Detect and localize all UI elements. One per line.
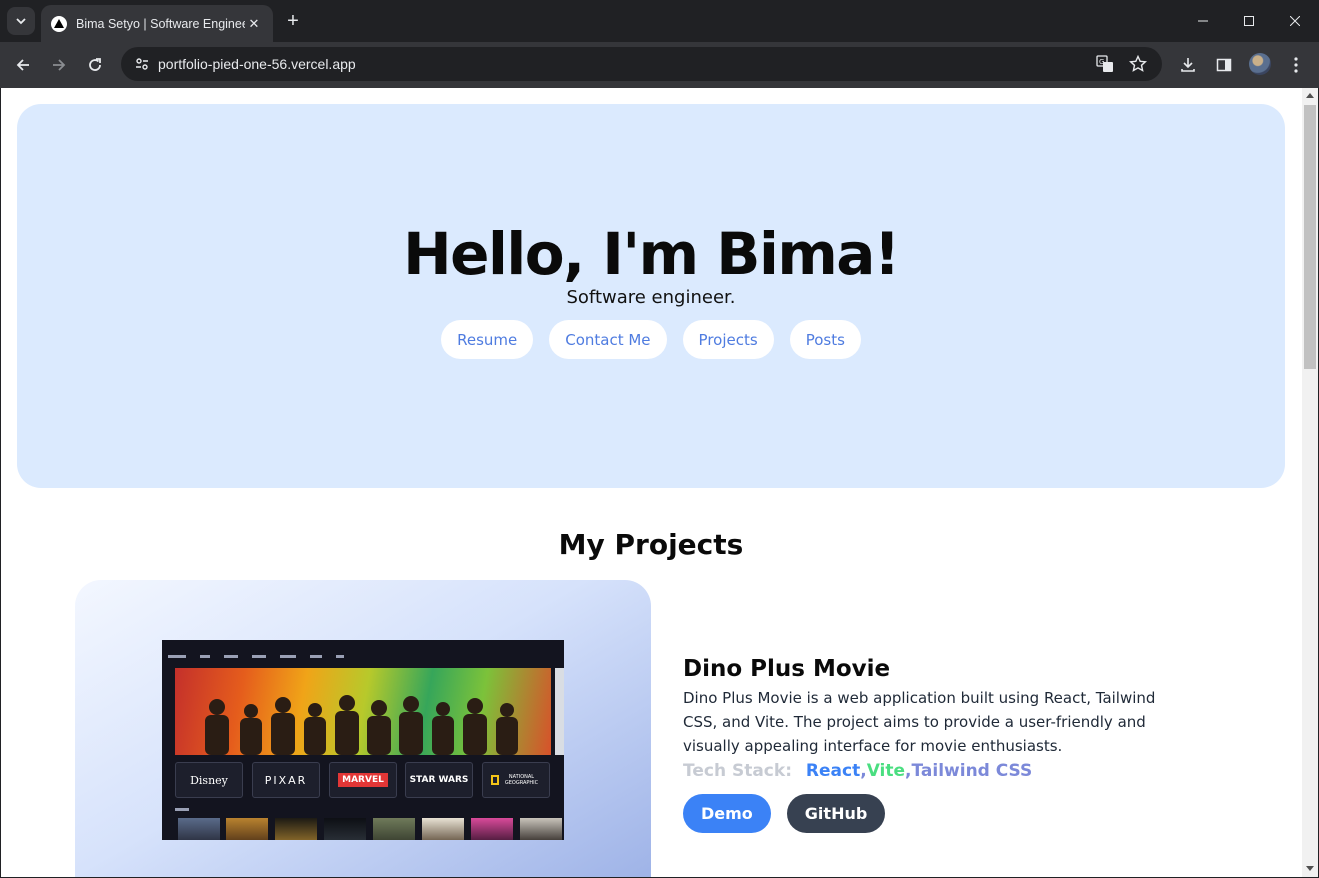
project-actions: Demo GitHub	[683, 794, 886, 833]
project-description: Dino Plus Movie is a web application bui…	[683, 689, 1156, 755]
screenshot-next-banner	[555, 668, 564, 755]
movie-thumbnail	[324, 818, 366, 840]
project-title: Dino Plus Movie	[683, 656, 891, 682]
resume-link[interactable]: Resume	[441, 320, 534, 359]
page-scrollbar[interactable]	[1302, 88, 1318, 877]
close-tab-icon[interactable]: ✕	[245, 15, 263, 33]
browser-toolbar: portfolio-pied-one-56.vercel.app G	[0, 42, 1319, 88]
forward-button[interactable]	[45, 51, 73, 79]
reload-icon	[89, 58, 101, 71]
tech-vite: Vite	[866, 761, 906, 781]
hero-title: Hello, I'm Bima!	[403, 220, 900, 288]
tech-stack: Tech Stack: React,Vite,Tailwind CSS	[683, 761, 1033, 781]
maximize-button[interactable]	[1226, 6, 1272, 36]
menu-button[interactable]	[1282, 51, 1310, 79]
movie-thumbnail	[471, 818, 513, 840]
posts-link[interactable]: Posts	[789, 320, 861, 359]
tab-strip: Bima Setyo | Software Engineer ✕ +	[0, 0, 1319, 42]
scroll-up-arrow-icon[interactable]	[1306, 93, 1314, 98]
brand-tile: Disney	[175, 762, 243, 798]
contact-me-link[interactable]: Contact Me	[549, 320, 667, 359]
tab-title: Bima Setyo | Software Engineer	[76, 16, 245, 31]
translate-icon[interactable]: G	[1093, 52, 1117, 76]
scrollbar-thumb[interactable]	[1304, 105, 1316, 369]
back-button[interactable]	[9, 51, 37, 79]
movie-thumbnail	[373, 818, 415, 840]
brand-tile: NATIONAL GEOGRAPHIC	[482, 762, 550, 798]
brand-tile: MARVEL	[329, 762, 397, 798]
address-bar[interactable]: portfolio-pied-one-56.vercel.app G	[121, 47, 1162, 81]
vercel-favicon-icon	[51, 15, 67, 32]
downloads-button[interactable]	[1174, 51, 1202, 79]
movie-thumbnail	[275, 818, 317, 840]
profile-avatar[interactable]	[1249, 53, 1271, 75]
project-screenshot: Disney PIXAR MARVEL STAR WARS NATIONAL G…	[162, 640, 564, 840]
screenshot-hero-banner	[175, 668, 551, 755]
tab-search-button[interactable]	[7, 7, 35, 35]
kebab-menu-icon	[1294, 57, 1298, 73]
github-button[interactable]: GitHub	[786, 794, 886, 833]
page-viewport: Hello, I'm Bima! Software engineer. Resu…	[1, 88, 1318, 877]
screenshot-navbar	[168, 648, 558, 659]
chevron-down-icon	[16, 18, 26, 25]
hero-section: Hello, I'm Bima! Software engineer. Resu…	[17, 104, 1285, 488]
movie-thumbnail	[422, 818, 464, 840]
reload-button[interactable]	[81, 51, 109, 79]
hero-subtitle: Software engineer.	[566, 287, 736, 308]
close-window-button[interactable]	[1272, 6, 1318, 36]
url-text[interactable]: portfolio-pied-one-56.vercel.app	[158, 56, 356, 72]
projects-heading: My Projects	[558, 528, 744, 561]
cast-silhouettes	[205, 695, 518, 755]
side-panel-button[interactable]	[1210, 51, 1238, 79]
minimize-icon	[1198, 20, 1208, 22]
screenshot-row-label	[175, 808, 189, 811]
download-icon	[1181, 58, 1195, 72]
arrow-left-icon	[16, 59, 29, 71]
movie-thumbnail	[178, 818, 220, 840]
side-panel-icon	[1216, 58, 1232, 72]
demo-button[interactable]: Demo	[683, 794, 771, 833]
bookmark-star-icon[interactable]	[1126, 52, 1150, 76]
brand-tile: PIXAR	[252, 762, 320, 798]
active-tab[interactable]: Bima Setyo | Software Engineer ✕	[41, 5, 273, 42]
project-image-card: Disney PIXAR MARVEL STAR WARS NATIONAL G…	[75, 580, 651, 877]
svg-text:G: G	[1099, 58, 1104, 66]
scroll-down-arrow-icon[interactable]	[1306, 866, 1314, 871]
new-tab-button[interactable]: +	[281, 9, 305, 33]
movie-thumbnail	[520, 818, 562, 840]
close-icon	[1290, 16, 1300, 26]
brand-tile: STAR WARS	[405, 762, 473, 798]
arrow-right-icon	[53, 59, 66, 71]
projects-link[interactable]: Projects	[682, 320, 774, 359]
hero-links: Resume Contact Me Projects Posts	[17, 320, 1285, 359]
tech-react: React	[805, 761, 861, 781]
tech-tailwind: Tailwind CSS	[911, 761, 1033, 781]
minimize-button[interactable]	[1180, 6, 1226, 36]
tech-stack-label: Tech Stack:	[683, 761, 792, 781]
site-info-icon[interactable]	[129, 51, 155, 77]
maximize-icon	[1244, 16, 1254, 26]
movie-thumbnail	[226, 818, 268, 840]
